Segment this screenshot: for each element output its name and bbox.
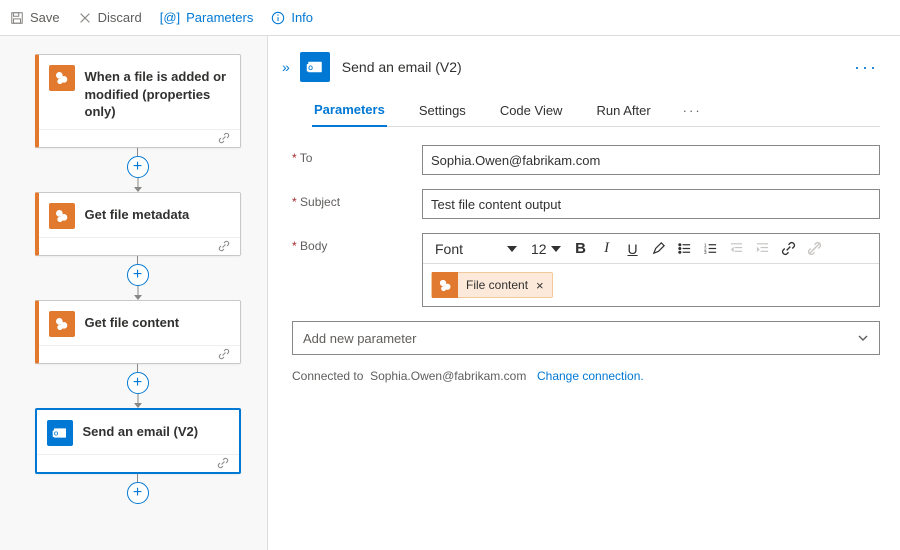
highlight-button[interactable] <box>647 237 671 261</box>
subject-input[interactable] <box>422 189 880 219</box>
body-editor-content[interactable]: File content × <box>423 264 879 306</box>
add-parameter-label: Add new parameter <box>303 331 416 346</box>
parameters-button[interactable]: [@] Parameters <box>160 10 254 25</box>
font-select-label: Font <box>435 241 463 257</box>
connector: + <box>127 364 149 408</box>
add-step-button[interactable]: + <box>127 372 149 394</box>
sharepoint-icon <box>432 272 458 298</box>
svg-text:O: O <box>54 431 58 437</box>
connection-info: Connected to Sophia.Owen@fabrikam.com Ch… <box>292 369 880 383</box>
caret-down-icon <box>551 246 561 252</box>
link-icon <box>218 132 230 144</box>
collapse-panel-button[interactable]: » <box>282 59 288 75</box>
unlink-button[interactable] <box>803 237 827 261</box>
info-button[interactable]: Info <box>271 10 313 25</box>
font-size-label: 12 <box>531 241 547 257</box>
save-button[interactable]: Save <box>10 10 60 25</box>
tab-settings[interactable]: Settings <box>417 95 468 126</box>
detail-panel: » O Send an email (V2) ··· Parameters Se… <box>268 36 900 550</box>
flow-card-send-email[interactable]: O Send an email (V2) <box>35 408 241 474</box>
svg-text:3: 3 <box>704 250 707 255</box>
outlook-icon: O <box>300 52 330 82</box>
discard-label: Discard <box>98 10 142 25</box>
add-step-button[interactable]: + <box>127 264 149 286</box>
svg-text:O: O <box>308 66 313 72</box>
token-label: File content <box>458 278 534 292</box>
change-connection-link[interactable]: Change connection. <box>537 369 644 383</box>
flow-card-get-metadata[interactable]: Get file metadata <box>35 192 241 256</box>
command-bar: Save Discard [@] Parameters Info <box>0 0 900 36</box>
flow-canvas: When a file is added or modified (proper… <box>0 36 268 550</box>
sharepoint-icon <box>49 65 75 91</box>
card-title: Send an email (V2) <box>83 420 199 441</box>
tab-parameters[interactable]: Parameters <box>312 94 387 127</box>
discard-button[interactable]: Discard <box>78 10 142 25</box>
info-icon <box>271 11 285 25</box>
add-step-button[interactable]: + <box>127 156 149 178</box>
editor-toolbar: Font 12 B I U 123 <box>423 234 879 264</box>
font-size-select[interactable]: 12 <box>525 241 567 257</box>
connector: + <box>127 474 149 504</box>
underline-button[interactable]: U <box>621 237 645 261</box>
indent-button[interactable] <box>751 237 775 261</box>
tab-code-view[interactable]: Code View <box>498 95 565 126</box>
save-icon <box>10 11 24 25</box>
link-button[interactable] <box>777 237 801 261</box>
tab-run-after[interactable]: Run After <box>594 95 652 126</box>
token-remove-button[interactable]: × <box>534 278 552 293</box>
numbered-list-button[interactable]: 123 <box>699 237 723 261</box>
link-icon <box>217 457 229 469</box>
connection-account: Sophia.Owen@fabrikam.com <box>370 369 526 383</box>
outdent-button[interactable] <box>725 237 749 261</box>
body-editor: Font 12 B I U 123 <box>422 233 880 307</box>
x-icon <box>78 11 92 25</box>
subject-label: Subject <box>292 189 422 209</box>
detail-more-button[interactable]: ··· <box>854 57 880 78</box>
connection-prefix: Connected to <box>292 369 363 383</box>
add-parameter-dropdown[interactable]: Add new parameter <box>292 321 880 355</box>
to-label: To <box>292 145 422 165</box>
card-title: When a file is added or modified (proper… <box>85 65 228 121</box>
card-title: Get file metadata <box>85 203 190 224</box>
link-icon <box>218 348 230 360</box>
outlook-icon: O <box>47 420 73 446</box>
link-icon <box>218 240 230 252</box>
detail-title: Send an email (V2) <box>342 59 462 75</box>
sharepoint-icon <box>49 203 75 229</box>
add-step-button[interactable]: + <box>127 482 149 504</box>
dynamic-content-token[interactable]: File content × <box>431 272 553 298</box>
to-input[interactable] <box>422 145 880 175</box>
save-label: Save <box>30 10 60 25</box>
card-title: Get file content <box>85 311 180 332</box>
chevron-down-icon <box>857 332 869 344</box>
tabs-more-button[interactable]: ··· <box>683 103 702 118</box>
bulleted-list-button[interactable] <box>673 237 697 261</box>
connector: + <box>127 148 149 192</box>
bold-button[interactable]: B <box>569 237 593 261</box>
detail-tabs: Parameters Settings Code View Run After … <box>312 94 880 127</box>
flow-card-trigger[interactable]: When a file is added or modified (proper… <box>35 54 241 148</box>
flow-card-get-content[interactable]: Get file content <box>35 300 241 364</box>
font-select[interactable]: Font <box>429 241 523 257</box>
connector: + <box>127 256 149 300</box>
italic-button[interactable]: I <box>595 237 619 261</box>
parameters-icon: [@] <box>160 10 180 25</box>
parameters-label: Parameters <box>186 10 253 25</box>
sharepoint-icon <box>49 311 75 337</box>
info-label: Info <box>291 10 313 25</box>
body-label: Body <box>292 233 422 253</box>
caret-down-icon <box>507 246 517 252</box>
